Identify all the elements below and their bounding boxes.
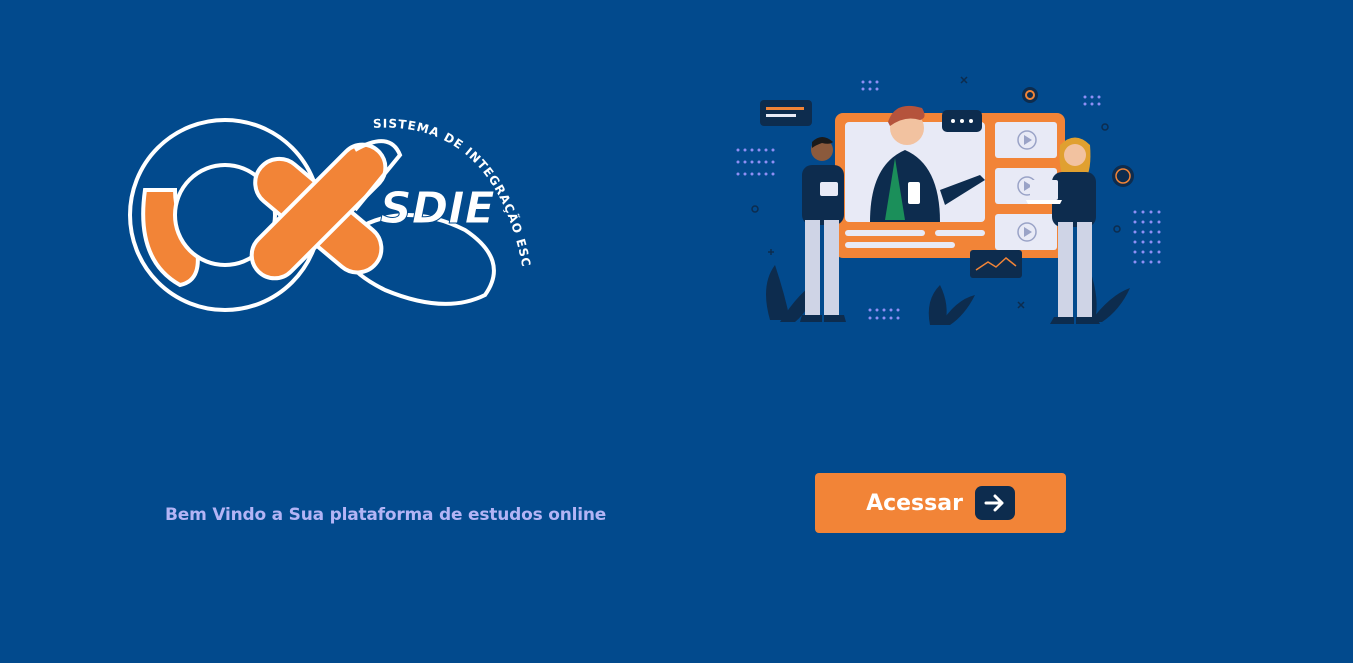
landing-page: SDIE SISTEMA DE INTEGRAÇÃO ESCOLAR	[0, 0, 1353, 663]
welcome-text: Bem Vindo a Sua plataforma de estudos on…	[165, 505, 607, 525]
access-button[interactable]: Acessar	[815, 473, 1066, 533]
arrow-right-icon	[974, 486, 1015, 520]
sdie-logo: SDIE SISTEMA DE INTEGRAÇÃO ESCOLAR	[125, 110, 532, 312]
logo-wordmark: SDIE	[380, 183, 495, 234]
online-class-illustration	[736, 76, 1161, 325]
access-button-label: Acessar	[866, 490, 963, 516]
